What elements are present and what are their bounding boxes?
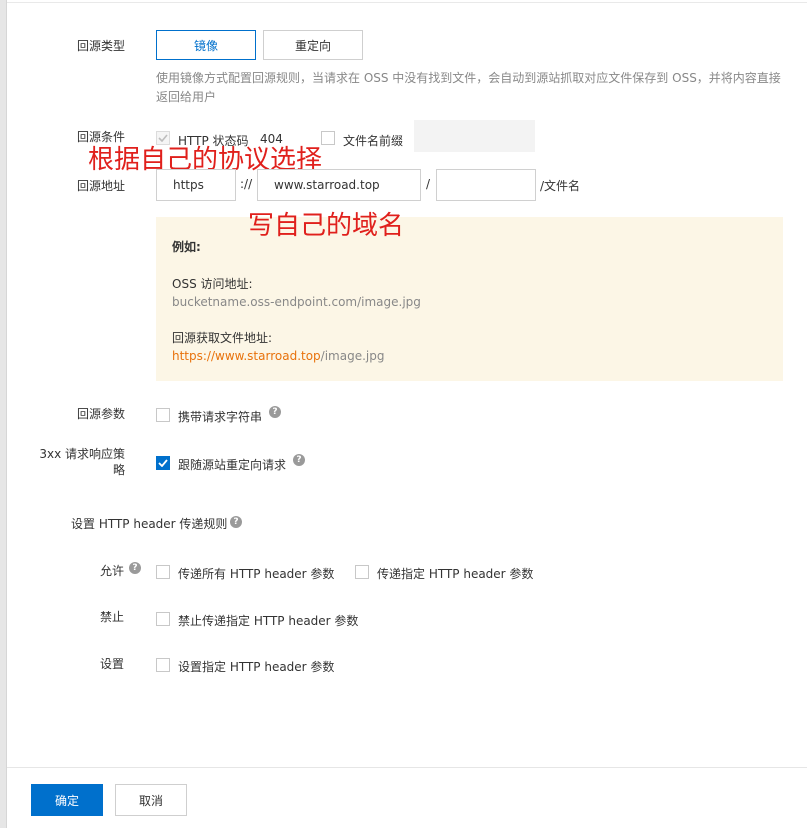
checkmark-icon — [158, 459, 168, 467]
origin-url-path: /image.jpg — [320, 349, 385, 363]
domain-input[interactable]: www.starroad.top — [257, 169, 421, 201]
origin-url-example: https://www.starroad.top/image.jpg — [172, 349, 384, 363]
forbid-specific-label: 禁止传递指定 HTTP header 参数 — [178, 614, 359, 628]
allow-specific-label: 传递指定 HTTP header 参数 — [377, 567, 534, 581]
redirect-policy-label-line1: 3xx 请求响应策 — [39, 447, 125, 461]
follow-redirect-label: 跟随源站重定向请求 — [178, 458, 287, 472]
carry-query-label: 携带请求字符串 — [178, 410, 263, 424]
filename-suffix: /文件名 — [540, 179, 581, 193]
follow-redirect-checkbox[interactable] — [156, 456, 170, 470]
origin-url-protocol: https:// — [172, 349, 216, 363]
oss-url-example: bucketname.oss-endpoint.com/image.jpg — [172, 295, 421, 309]
carry-query-help-icon[interactable]: ? — [269, 406, 281, 418]
header-rules-title: 设置 HTTP header 传递规则 — [71, 517, 228, 531]
allow-label: 允许 — [100, 564, 125, 578]
origin-url-domain: www.starroad.top — [215, 349, 321, 363]
redirect-policy-label-line2: 略 — [112, 463, 125, 477]
allow-help-icon[interactable]: ? — [129, 562, 141, 574]
prefix-input[interactable] — [414, 120, 535, 152]
confirm-button[interactable]: 确定 — [31, 784, 103, 816]
origin-url-label: 回源获取文件地址: — [172, 331, 273, 345]
set-specific-checkbox[interactable] — [156, 658, 170, 672]
footer-divider — [7, 767, 807, 768]
path-input[interactable] — [436, 169, 536, 201]
source-type-hint: 使用镜像方式配置回源规则，当请求在 OSS 中没有找到文件，会自动到源站抓取对应… — [156, 71, 781, 104]
prefix-label: 文件名前缀 — [343, 134, 404, 148]
params-label: 回源参数 — [76, 407, 125, 421]
forbid-specific-checkbox[interactable] — [156, 612, 170, 626]
mirror-option-button[interactable]: 镜像 — [156, 30, 256, 60]
set-label: 设置 — [100, 657, 125, 671]
domain-annotation: 写自己的域名 — [248, 211, 405, 241]
path-separator: / — [426, 177, 431, 191]
top-divider — [7, 2, 807, 3]
forbid-label: 禁止 — [100, 610, 125, 624]
carry-query-checkbox[interactable] — [156, 408, 170, 422]
origin-label: 回源地址 — [76, 179, 125, 193]
source-type-label: 回源类型 — [76, 39, 125, 53]
allow-all-checkbox[interactable] — [156, 565, 170, 579]
follow-redirect-help-icon[interactable]: ? — [293, 454, 305, 466]
set-specific-label: 设置指定 HTTP header 参数 — [178, 660, 335, 674]
protocol-separator: :// — [240, 177, 253, 191]
allow-all-label: 传递所有 HTTP header 参数 — [178, 567, 335, 581]
allow-specific-checkbox[interactable] — [355, 565, 369, 579]
protocol-input[interactable]: https — [156, 169, 236, 201]
prefix-checkbox[interactable] — [321, 131, 335, 145]
cancel-button[interactable]: 取消 — [115, 784, 187, 816]
example-title: 例如: — [172, 240, 201, 254]
oss-url-label: OSS 访问地址: — [172, 277, 253, 291]
redirect-option-button[interactable]: 重定向 — [263, 30, 363, 60]
header-rules-help-icon[interactable]: ? — [230, 516, 242, 528]
